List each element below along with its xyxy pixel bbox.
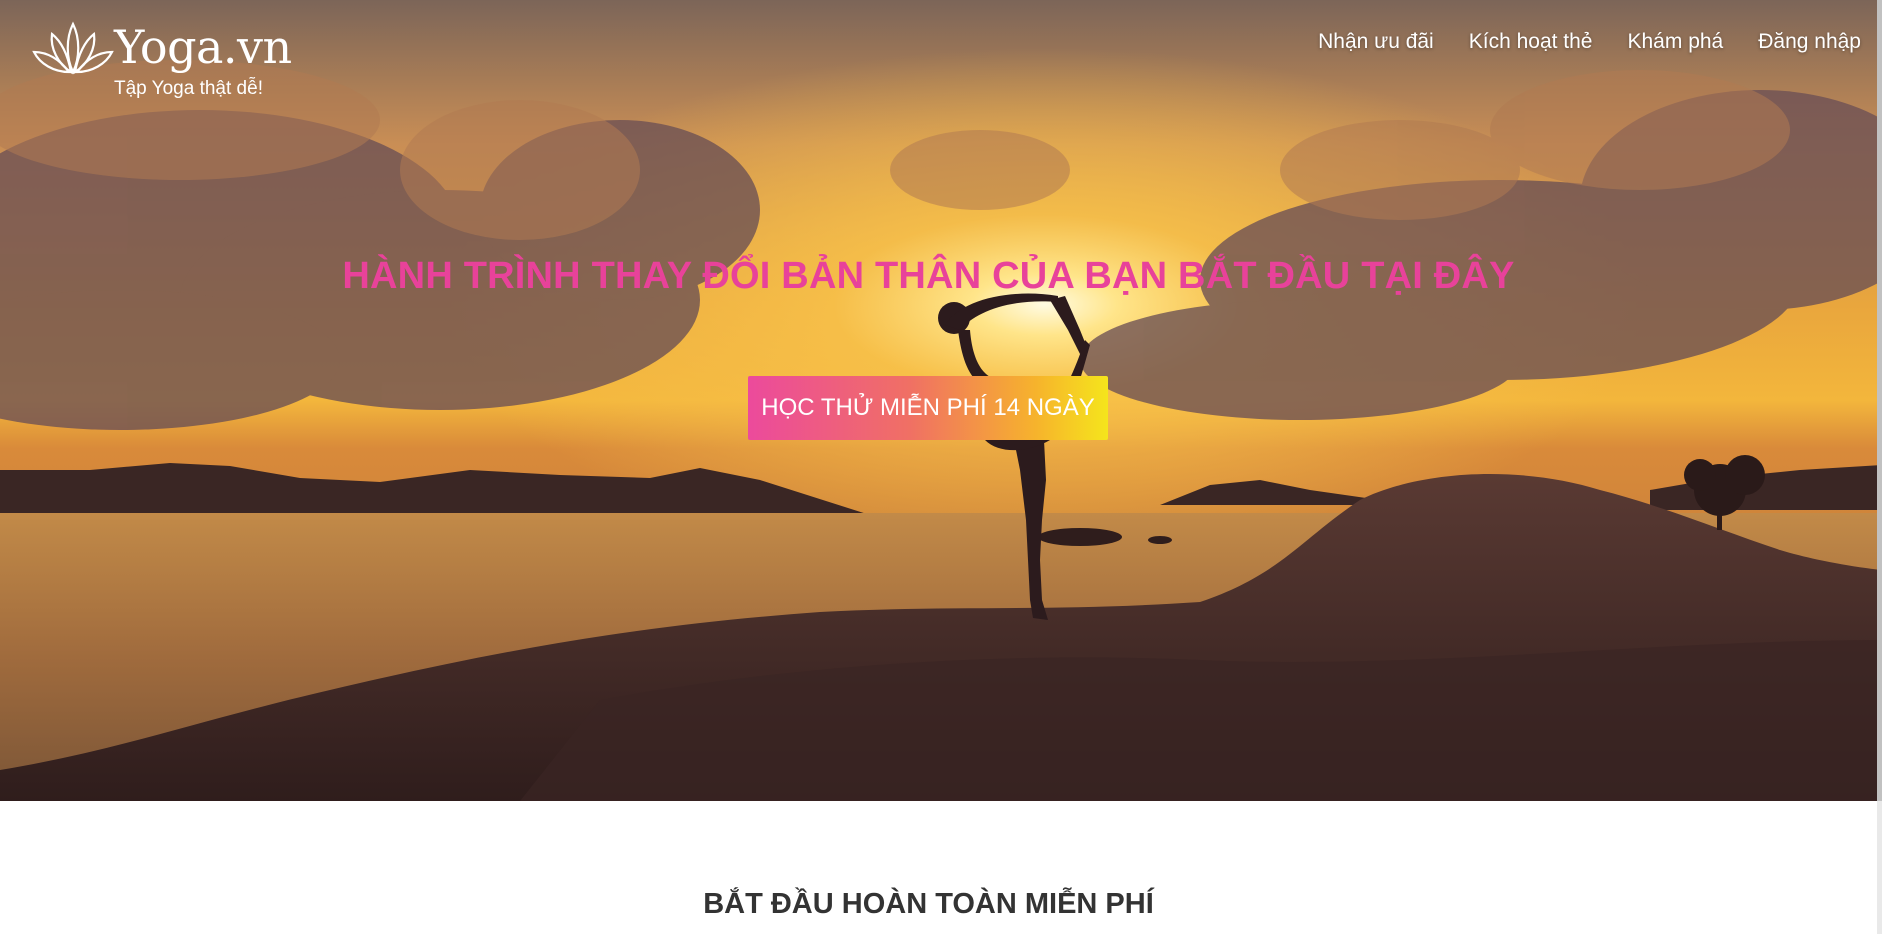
main-nav: Nhận ưu đãi Kích hoạt thẻ Khám phá Đăng … (1318, 30, 1861, 54)
section-title: BẮT ĐẦU HOÀN TOÀN MIỄN PHÍ (703, 888, 1154, 920)
nav-item-offers[interactable]: Nhận ưu đãi (1318, 30, 1434, 54)
page-scrollbar[interactable] (1877, 0, 1882, 934)
hero-section: Yoga.vn Tập Yoga thật dễ! Nhận ưu đãi Kí… (0, 0, 1882, 801)
free-trial-button[interactable]: HỌC THỬ MIỄN PHÍ 14 NGÀY (748, 376, 1108, 440)
scrollbar-thumb[interactable] (1877, 0, 1882, 801)
hero-headline: HÀNH TRÌNH THAY ĐỔI BẢN THÂN CỦA BẠN BẮT… (342, 255, 1515, 297)
nav-item-activate-card[interactable]: Kích hoạt thẻ (1469, 30, 1593, 54)
nav-item-explore[interactable]: Khám phá (1628, 30, 1724, 54)
brand-tagline: Tập Yoga thật dễ! (114, 78, 263, 99)
lotus-icon (32, 21, 114, 75)
page: Yoga.vn Tập Yoga thật dễ! Nhận ưu đãi Kí… (0, 0, 1882, 934)
nav-item-login[interactable]: Đăng nhập (1758, 30, 1861, 54)
brand-name: Yoga.vn (114, 20, 292, 74)
site-logo[interactable]: Yoga.vn Tập Yoga thật dễ! (28, 10, 298, 105)
